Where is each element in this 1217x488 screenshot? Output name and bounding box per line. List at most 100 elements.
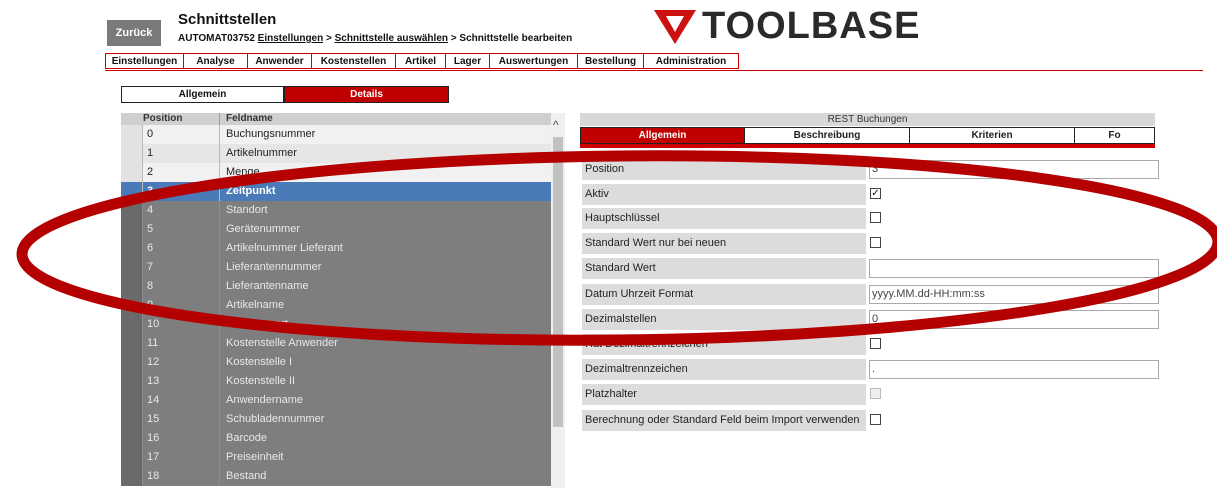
- row-fieldname: Menge: [219, 163, 551, 182]
- row-gutter: [121, 334, 142, 353]
- field-value-cell: .: [866, 359, 1159, 380]
- panel-title: REST Buchungen: [580, 113, 1155, 126]
- row-position: 4: [142, 201, 219, 220]
- nav-item-kostenstellen[interactable]: Kostenstellen: [311, 53, 395, 69]
- form-row: Dezimaltrennzeichen.: [582, 359, 1159, 380]
- nav-item-artikel[interactable]: Artikel: [395, 53, 445, 69]
- text-input[interactable]: 0: [869, 310, 1159, 329]
- breadcrumb: AUTOMAT03752 Einstellungen > Schnittstel…: [178, 33, 572, 44]
- row-position: 7: [142, 258, 219, 277]
- list-header: Position Feldname: [121, 113, 551, 125]
- nav-item-administration[interactable]: Administration: [643, 53, 739, 69]
- text-input[interactable]: 3: [869, 160, 1159, 179]
- row-gutter: [121, 467, 142, 486]
- field-label: Dezimaltrennzeichen: [582, 359, 866, 380]
- nav-item-analyse[interactable]: Analyse: [183, 53, 247, 69]
- field-value-cell: [866, 233, 1156, 254]
- page-title: Schnittstellen: [178, 11, 277, 28]
- scrollbar-thumb[interactable]: [553, 137, 563, 427]
- form-row: Position 3: [582, 159, 1159, 180]
- list-item[interactable]: 14 Anwendername: [121, 391, 551, 410]
- checkbox[interactable]: [870, 338, 881, 349]
- breadcrumb-link-schnittstelle-auswaehlen[interactable]: Schnittstelle auswählen: [335, 33, 448, 44]
- field-label: Datum Uhrzeit Format: [582, 284, 866, 305]
- row-position: 18: [142, 467, 219, 486]
- scroll-up-icon[interactable]: ^: [553, 119, 559, 131]
- list-item[interactable]: 15 Schubladennummer: [121, 410, 551, 429]
- panel-tab-divider: [580, 144, 1155, 148]
- field-list: Position Feldname 0 Buchungsnummer 1 Artike…: [121, 113, 551, 486]
- row-gutter: [121, 391, 142, 410]
- row-position: 6: [142, 239, 219, 258]
- text-input[interactable]: .: [869, 360, 1159, 379]
- panel-tab-fo[interactable]: Fo: [1075, 127, 1155, 144]
- subtab-details[interactable]: Details: [284, 86, 449, 103]
- list-item[interactable]: 16 Barcode: [121, 429, 551, 448]
- list-scrollbar[interactable]: ^: [551, 113, 565, 488]
- text-input[interactable]: [869, 259, 1159, 278]
- row-position: 1: [142, 144, 219, 163]
- nav-item-bestellung[interactable]: Bestellung: [577, 53, 643, 69]
- row-fieldname: Anwendername: [219, 391, 551, 410]
- row-position: 10: [142, 315, 219, 334]
- form-row: Dezimalstellen 0: [582, 309, 1159, 330]
- main-nav: Einstellungen Analyse Anwender Kostenstelle…: [105, 53, 739, 70]
- list-item[interactable]: 11 Kostenstelle Anwender: [121, 334, 551, 353]
- breadcrumb-separator: >: [326, 33, 332, 44]
- checkbox[interactable]: [870, 414, 881, 425]
- row-gutter: [121, 258, 142, 277]
- row-fieldname: Bestand: [219, 467, 551, 486]
- nav-divider: [105, 70, 1203, 71]
- list-item[interactable]: 13 Kostenstelle II: [121, 372, 551, 391]
- text-input[interactable]: yyyy.MM.dd-HH:mm:ss: [869, 285, 1159, 304]
- row-gutter: [121, 182, 142, 201]
- row-fieldname: Buchungsnummer: [219, 125, 551, 144]
- breadcrumb-separator: >: [450, 33, 457, 44]
- subtab-allgemein[interactable]: Allgemein: [121, 86, 284, 103]
- list-item[interactable]: 5 Gerätenummer: [121, 220, 551, 239]
- field-value-cell: [866, 334, 1156, 355]
- list-item[interactable]: 0 Buchungsnummer: [121, 125, 551, 144]
- row-fieldname: Lieferantenname: [219, 277, 551, 296]
- back-button[interactable]: Zurück: [107, 20, 161, 46]
- nav-item-lager[interactable]: Lager: [445, 53, 489, 69]
- list-item[interactable]: 17 Preiseinheit: [121, 448, 551, 467]
- checkbox[interactable]: [870, 237, 881, 248]
- column-header-position[interactable]: Position: [121, 113, 219, 125]
- list-item[interactable]: 1 Artikelnummer: [121, 144, 551, 163]
- list-item[interactable]: 12 Kostenstelle I: [121, 353, 551, 372]
- breadcrumb-link-einstellungen[interactable]: Einstellungen: [258, 33, 324, 44]
- list-item[interactable]: 2 Menge: [121, 163, 551, 182]
- panel-tab-kriterien[interactable]: Kriterien: [910, 127, 1075, 144]
- row-gutter: [121, 296, 142, 315]
- row-position: 16: [142, 429, 219, 448]
- row-fieldname: Kostenstelle Anwender: [219, 334, 551, 353]
- list-item[interactable]: 10 Buchungsart: [121, 315, 551, 334]
- list-item[interactable]: 7 Lieferantennummer: [121, 258, 551, 277]
- row-gutter: [121, 144, 142, 163]
- list-item[interactable]: 4 Standort: [121, 201, 551, 220]
- column-header-fieldname[interactable]: Feldname: [219, 113, 551, 125]
- nav-item-auswertungen[interactable]: Auswertungen: [489, 53, 577, 69]
- list-item[interactable]: 6 Artikelnummer Lieferant: [121, 239, 551, 258]
- row-position: 11: [142, 334, 219, 353]
- list-item[interactable]: 18 Bestand: [121, 467, 551, 486]
- panel-tab-beschreibung[interactable]: Beschreibung: [745, 127, 910, 144]
- field-value-cell: ✓: [866, 184, 1156, 205]
- row-fieldname: Schubladennummer: [219, 410, 551, 429]
- row-position: 14: [142, 391, 219, 410]
- logo-triangle-icon: [654, 10, 696, 44]
- list-item[interactable]: 3 Zeitpunkt: [121, 182, 551, 201]
- checkbox[interactable]: ✓: [870, 188, 881, 199]
- nav-item-anwender[interactable]: Anwender: [247, 53, 311, 69]
- list-item[interactable]: 9 Artikelname: [121, 296, 551, 315]
- panel-tab-allgemein[interactable]: Allgemein: [580, 127, 745, 144]
- row-gutter: [121, 315, 142, 334]
- row-gutter: [121, 448, 142, 467]
- row-fieldname: Artikelnummer: [219, 144, 551, 163]
- nav-item-einstellungen[interactable]: Einstellungen: [105, 53, 183, 69]
- row-gutter: [121, 353, 142, 372]
- checkbox[interactable]: [870, 212, 881, 223]
- field-value-cell: 0: [866, 309, 1159, 330]
- list-item[interactable]: 8 Lieferantenname: [121, 277, 551, 296]
